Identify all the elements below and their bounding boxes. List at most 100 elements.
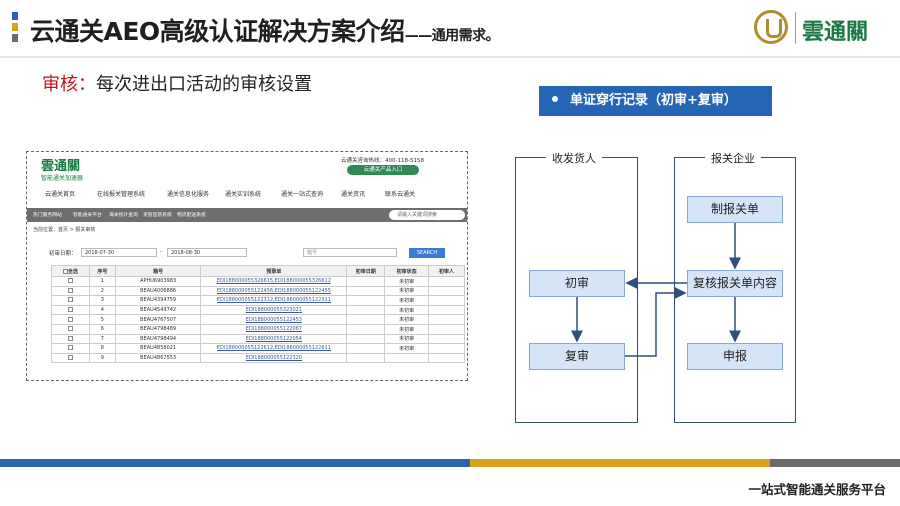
table-cell[interactable]: EDI188000055326615,EDI188000055326612 (200, 276, 348, 287)
table-cell[interactable]: EDI188000055122612,EDI188000055122611 (200, 343, 348, 354)
row-select-cell[interactable] (51, 352, 90, 364)
table-cell: BEAU4006886 (114, 285, 202, 297)
row-select-cell[interactable] (51, 333, 90, 345)
table-cell[interactable]: EDI188000055122054 (200, 333, 348, 345)
subtitle-text: 每次进出口活动的审核设置 (96, 74, 312, 95)
table-cell: 未初审 (384, 276, 430, 287)
table-cell[interactable]: EDI188000055122453 (200, 314, 348, 325)
page-title-sub: ——通用需求。 (404, 28, 500, 44)
filter-bar: 初审日期： 2018-07-30 - 2018-08-30 箱号 SEARCH (27, 246, 467, 260)
row-select-cell[interactable] (51, 304, 90, 316)
row-checkbox[interactable] (67, 297, 73, 303)
table-cell[interactable]: EDI188000055122320 (200, 352, 348, 364)
nav-item[interactable]: 在线报关管理系统 (97, 189, 145, 198)
table-cell: BEAU4858021 (114, 343, 202, 354)
row-select-cell[interactable] (51, 276, 90, 287)
brand-logo: 雲通關 (754, 8, 894, 48)
table-cell (346, 323, 386, 335)
title-divider (0, 56, 900, 58)
table-cell (346, 295, 386, 306)
row-checkbox[interactable] (67, 326, 73, 332)
table-cell: 未初审 (384, 285, 430, 297)
audit-table-body: 1 APHU6903983 EDI188000055326615,EDI188000… (51, 276, 465, 364)
select-all-header[interactable]: 全选 (51, 265, 90, 277)
table-row[interactable]: 8 BEAU4858021 EDI188000055122612,EDI188000… (51, 343, 465, 354)
subnav-item[interactable]: 热门服务网站 (33, 211, 62, 218)
row-checkbox[interactable] (67, 345, 73, 351)
nav-item[interactable]: 通关实训系统 (225, 189, 261, 198)
date-from-input[interactable]: 2018-07-30 (81, 248, 157, 257)
screenshot-logo: 雲通關 (41, 159, 81, 174)
row-checkbox[interactable] (67, 287, 73, 293)
table-cell (346, 333, 386, 345)
nav-item[interactable]: 通关一站式查询 (281, 189, 323, 198)
flow-box-second-review[interactable]: 复审 (529, 343, 625, 370)
table-row[interactable]: 7 BEAU4798494 EDI188000055122054 未初审 (51, 333, 465, 345)
flow-box-declare[interactable]: 申报 (687, 343, 783, 370)
table-cell: BEAU4767507 (114, 314, 202, 325)
table-cell: 2 (88, 285, 116, 297)
date-to-input[interactable]: 2018-08-30 (167, 248, 247, 257)
table-cell: BEAU4798489 (114, 323, 202, 335)
table-cell (428, 323, 465, 335)
table-cell: 1 (88, 276, 116, 287)
slide: 云通关AEO高级认证解决方案介绍——通用需求。 雲通關 审核：每次进出口活动的审… (0, 0, 900, 506)
table-cell (346, 314, 386, 325)
row-checkbox[interactable] (67, 307, 73, 313)
subnav-item[interactable]: 货管监管系统 (143, 211, 172, 218)
table-cell[interactable]: EDI188000055122456,EDI188000055122455 (200, 285, 348, 297)
row-select-cell[interactable] (51, 295, 90, 306)
subnav-item[interactable]: 智能通关平台 (73, 211, 102, 218)
row-checkbox[interactable] (67, 278, 73, 284)
screenshot-search-input[interactable]: 请输入关键词搜索 (389, 209, 465, 220)
table-cell: BEAU4394759 (114, 295, 202, 306)
table-cell[interactable]: EDI188000055122312,EDI188000055122311 (200, 295, 348, 306)
table-cell[interactable]: EDI188000055122067 (200, 323, 348, 335)
table-cell: APHU6903983 (114, 276, 202, 287)
table-row[interactable]: 3 BEAU4394759 EDI188000055122312,EDI188000… (51, 295, 465, 306)
table-cell (428, 343, 465, 354)
table-cell[interactable]: EDI188000055323021 (200, 304, 348, 316)
row-select-cell[interactable] (51, 314, 90, 325)
nav-item[interactable]: 通关信息化服务 (167, 189, 209, 198)
page-title: 云通关AEO高级认证解决方案介绍——通用需求。 (30, 17, 500, 46)
nav-item[interactable]: 通关资讯 (341, 189, 365, 198)
table-cell (428, 295, 465, 306)
table-cell (428, 304, 465, 316)
section-subtitle: 审核：每次进出口活动的审核设置 (42, 70, 312, 96)
row-select-cell[interactable] (51, 343, 90, 354)
table-row[interactable]: 4 BEAU4549742 EDI188000055323021 未初审 (51, 304, 465, 316)
lane-title: 报关企业 (705, 150, 761, 166)
screenshot-hotline: 云通关咨询热线：400-118-5158 (341, 158, 424, 164)
flow-box-prepare[interactable]: 制报关单 (687, 196, 783, 223)
table-row[interactable]: 2 BEAU4006886 EDI188000055122456,EDI188000… (51, 285, 465, 297)
breadcrumb: 当前位置：首页 > 报关审核 (33, 227, 96, 233)
logo-divider (795, 12, 796, 44)
screenshot-subnav: 热门服务网站 智能通关平台 海关统计查询 货管监管系统 物流配送系统 请输入关键… (27, 208, 467, 222)
table-header-row: 全选 序号 箱号 预录单 初审日期 初审状态 初审人 (51, 265, 465, 277)
table-row[interactable]: 1 APHU6903983 EDI188000055326615,EDI188000… (51, 276, 465, 287)
table-cell: 5 (88, 314, 116, 325)
row-select-cell[interactable] (51, 323, 90, 335)
search-button[interactable]: SEARCH (409, 248, 445, 258)
table-cell: 8 (88, 343, 116, 354)
table-cell: BEAU4549742 (114, 304, 202, 316)
table-row[interactable]: 9 BEAU4867553 EDI188000055122320 (51, 352, 465, 364)
subnav-item[interactable]: 物流配送系统 (177, 211, 206, 218)
row-select-cell[interactable] (51, 285, 90, 297)
brand-logo-text: 雲通關 (802, 20, 869, 45)
row-checkbox[interactable] (67, 335, 73, 341)
nav-item[interactable]: 云通关首页 (45, 189, 75, 198)
flow-box-first-review[interactable]: 初审 (529, 270, 625, 297)
table-row[interactable]: 5 BEAU4767507 EDI188000055122453 未初审 (51, 314, 465, 325)
row-checkbox[interactable] (67, 316, 73, 322)
table-row[interactable]: 6 BEAU4798489 EDI188000055122067 未初审 (51, 323, 465, 335)
product-entry-button[interactable]: 云通关产品入口 (347, 165, 419, 175)
column-header: 序号 (88, 265, 116, 277)
nav-item[interactable]: 联系云通关 (385, 189, 415, 198)
table-cell (428, 352, 465, 364)
subnav-item[interactable]: 海关统计查询 (109, 211, 138, 218)
container-no-input[interactable]: 箱号 (303, 248, 397, 257)
flow-box-recheck[interactable]: 复核报关单内容 (687, 270, 783, 297)
row-checkbox[interactable] (67, 355, 73, 361)
